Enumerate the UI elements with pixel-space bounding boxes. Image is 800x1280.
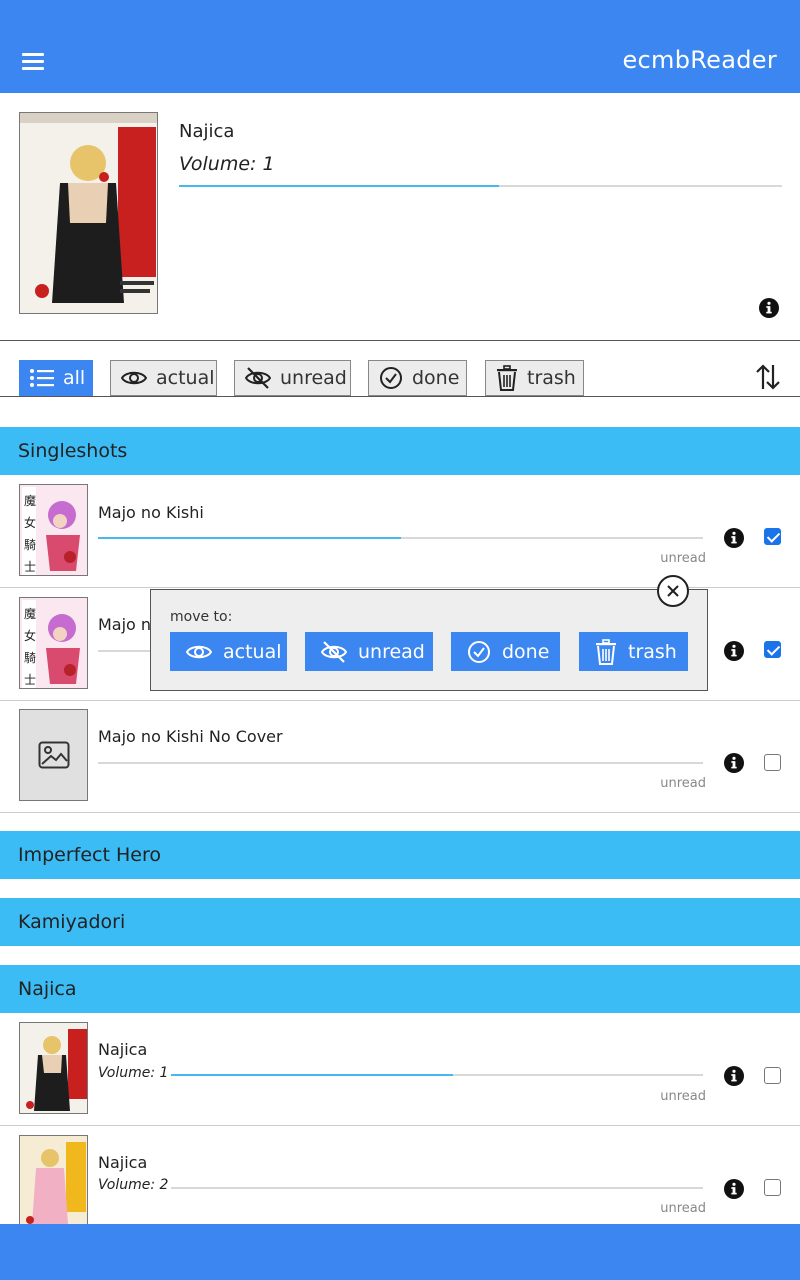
move-trash-label: trash — [628, 640, 677, 663]
app-bar: ecmbReader — [0, 0, 800, 93]
move-actual-button[interactable]: actual — [170, 632, 287, 671]
item-status: unread — [660, 551, 706, 566]
item-cover[interactable] — [19, 1022, 88, 1114]
svg-text:騎: 騎 — [24, 538, 36, 552]
group-header-imperfect-hero[interactable]: Imperfect Hero — [0, 831, 800, 879]
group-header-kamiyadori[interactable]: Kamiyadori — [0, 898, 800, 946]
close-icon — [667, 585, 679, 597]
item-cover-placeholder[interactable] — [19, 709, 88, 801]
item-progress — [98, 762, 703, 764]
check-circle-icon — [468, 640, 490, 663]
list-item[interactable]: Majo no Kishi No Cover unread — [0, 700, 800, 813]
move-done-button[interactable]: done — [451, 632, 560, 671]
svg-text:騎: 騎 — [24, 651, 36, 665]
eye-icon — [186, 645, 212, 658]
info-icon[interactable] — [724, 753, 744, 773]
svg-text:士: 士 — [24, 673, 36, 687]
item-status: unread — [660, 776, 706, 791]
app-title: ecmbReader — [622, 46, 777, 74]
current-book-panel: Najica Volume: 1 — [0, 93, 800, 341]
item-cover[interactable] — [19, 1135, 88, 1227]
current-book-volume: Volume: 1 — [179, 153, 275, 175]
info-icon[interactable] — [724, 1179, 744, 1199]
move-to-label: move to: — [170, 609, 233, 625]
move-unread-button[interactable]: unread — [305, 632, 433, 671]
list-item[interactable]: Najica Volume: 1 unread — [0, 1013, 800, 1126]
filter-all-label: all — [63, 367, 86, 389]
group-header-najica[interactable]: Najica — [0, 965, 800, 1013]
filter-done-button[interactable]: done — [368, 360, 467, 396]
item-title: Majo no Kishi — [98, 503, 204, 522]
item-title: Majo no Kishi No Cover — [98, 727, 283, 746]
item-progress — [171, 1187, 703, 1189]
item-checkbox[interactable] — [764, 1179, 781, 1196]
list-item[interactable]: Najica Volume: 2 unread — [0, 1126, 800, 1239]
trash-icon — [596, 638, 616, 665]
eye-slash-icon — [245, 367, 271, 389]
bottom-bar — [0, 1224, 800, 1280]
move-trash-button[interactable]: trash — [579, 632, 688, 671]
item-checkbox[interactable] — [764, 1067, 781, 1084]
svg-text:女: 女 — [24, 515, 36, 530]
svg-text:女: 女 — [24, 628, 36, 643]
svg-text:魔: 魔 — [24, 606, 36, 621]
move-unread-label: unread — [358, 640, 425, 663]
info-icon[interactable] — [724, 528, 744, 548]
item-checkbox[interactable] — [764, 528, 781, 545]
list-item[interactable]: 魔 女 騎 士 Majo no Kishi unread — [0, 475, 800, 588]
move-to-popup: move to: actual unread done trash — [150, 589, 708, 691]
item-status: unread — [660, 1201, 706, 1216]
filter-unread-button[interactable]: unread — [234, 360, 351, 396]
item-progress — [171, 1074, 703, 1076]
sort-icon[interactable] — [754, 363, 782, 391]
filter-all-button[interactable]: all — [19, 360, 93, 396]
svg-text:士: 士 — [24, 560, 36, 574]
info-icon[interactable] — [724, 641, 744, 661]
filter-unread-label: unread — [280, 367, 347, 389]
current-book-cover[interactable] — [19, 112, 158, 314]
move-actual-label: actual — [223, 640, 282, 663]
item-volume: Volume: 2 — [98, 1177, 169, 1193]
trash-icon — [497, 365, 517, 391]
check-circle-icon — [380, 367, 402, 389]
filter-actual-button[interactable]: actual — [110, 360, 217, 396]
current-book-title: Najica — [179, 121, 235, 142]
list-icon — [30, 369, 54, 387]
item-cover[interactable]: 魔 女 騎 士 — [19, 484, 88, 576]
filter-bar: all actual unread done trash — [0, 341, 800, 397]
filter-trash-button[interactable]: trash — [485, 360, 584, 396]
image-placeholder-icon — [38, 741, 69, 769]
filter-actual-label: actual — [156, 367, 215, 389]
group-header-singleshots[interactable]: Singleshots — [0, 427, 800, 475]
item-checkbox[interactable] — [764, 754, 781, 771]
current-book-progress — [179, 185, 782, 187]
close-popup-button[interactable] — [657, 575, 689, 607]
item-title: Najica — [98, 1040, 148, 1059]
item-cover[interactable]: 魔 女 騎 士 — [19, 597, 88, 689]
eye-icon — [121, 371, 147, 385]
info-icon[interactable] — [759, 298, 779, 318]
item-progress — [98, 537, 703, 539]
move-done-label: done — [502, 640, 550, 663]
filter-trash-label: trash — [527, 367, 576, 389]
eye-slash-icon — [321, 640, 347, 663]
info-icon[interactable] — [724, 1066, 744, 1086]
item-title: Najica — [98, 1153, 148, 1172]
item-volume: Volume: 1 — [98, 1065, 169, 1081]
svg-text:魔: 魔 — [24, 493, 36, 508]
item-status: unread — [660, 1089, 706, 1104]
hamburger-menu-icon[interactable] — [20, 50, 46, 72]
filter-done-label: done — [412, 367, 460, 389]
item-checkbox[interactable] — [764, 641, 781, 658]
